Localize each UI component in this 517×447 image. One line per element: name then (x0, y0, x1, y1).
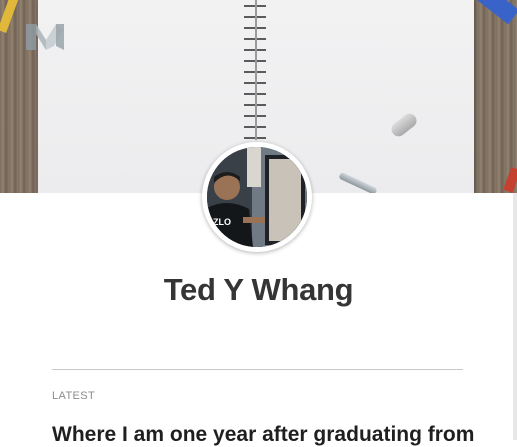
avatar[interactable]: ZLO (202, 142, 312, 252)
page-edge (513, 193, 517, 440)
avatar-shirt-text: ZLO (213, 217, 231, 227)
section-label-latest: LATEST (52, 390, 96, 402)
avatar-photo: ZLO (207, 147, 307, 247)
wood-background-right (469, 0, 517, 193)
post-title-link[interactable]: Where I am one year after graduating fro… (52, 423, 517, 447)
section-divider (52, 369, 463, 370)
notebook-spiral-line (255, 0, 257, 140)
profile-name: Ted Y Whang (163, 272, 354, 307)
medium-logo-icon[interactable] (24, 20, 66, 54)
